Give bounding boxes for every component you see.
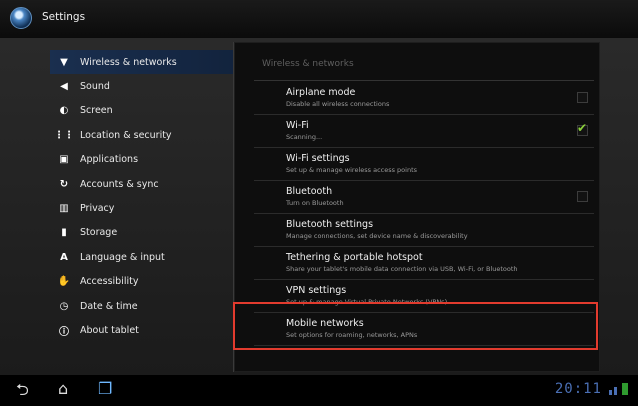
- divider: [254, 147, 594, 148]
- row-title: VPN settings: [286, 285, 347, 296]
- bluetooth-settings-row[interactable]: Bluetooth settings Manage connections, s…: [286, 215, 586, 247]
- divider: [254, 213, 594, 214]
- sidebar-item-label: Wireless & networks: [80, 56, 177, 68]
- row-subtitle: Set up & manage Virtual Private Networks…: [286, 298, 448, 306]
- sidebar-item-label: Storage: [80, 227, 118, 239]
- sidebar-item-privacy[interactable]: ▥ Privacy: [50, 196, 236, 220]
- sync-icon: ↻: [59, 178, 69, 190]
- wifi-checkbox[interactable]: ✔: [577, 121, 588, 136]
- sidebar-item-label: Language & input: [80, 251, 165, 263]
- checkmark-icon: ✔: [577, 121, 588, 135]
- divider: [254, 345, 594, 346]
- sidebar-item-about-tablet[interactable]: ⓘ About tablet: [50, 318, 236, 342]
- sidebar-item-location-security[interactable]: ⋮⋮ Location & security: [50, 123, 236, 147]
- settings-app-icon[interactable]: [10, 7, 32, 29]
- sidebar-item-wireless[interactable]: ▼ Wireless & networks: [50, 50, 236, 75]
- divider: [254, 312, 594, 313]
- row-subtitle: Disable all wireless connections: [286, 100, 390, 108]
- row-subtitle: Manage connections, set device name & di…: [286, 232, 468, 240]
- language-icon: A: [60, 251, 68, 263]
- sidebar-item-label: About tablet: [80, 324, 139, 336]
- clock-icon: ◷: [59, 300, 69, 312]
- row-subtitle: Scanning...: [286, 133, 323, 141]
- screen-icon: ◐: [59, 105, 69, 117]
- sidebar-item-label: Date & time: [80, 300, 138, 312]
- sound-icon: ◀: [60, 81, 68, 93]
- bluetooth-checkbox[interactable]: [577, 191, 588, 202]
- signal-icon: [609, 390, 612, 395]
- sidebar-item-sound[interactable]: ◀ Sound: [50, 74, 236, 98]
- info-icon: ⓘ: [59, 326, 69, 338]
- row-title: Bluetooth: [286, 186, 333, 197]
- sidebar-item-label: Location & security: [80, 129, 172, 141]
- battery-icon: [622, 383, 628, 395]
- app-title: Settings: [42, 11, 86, 23]
- row-subtitle: Turn on Bluetooth: [286, 199, 344, 207]
- row-title: Bluetooth settings: [286, 219, 374, 230]
- row-subtitle: Set options for roaming, networks, APNs: [286, 331, 418, 339]
- row-title: Wi-Fi settings: [286, 153, 350, 164]
- sidebar-item-label: Sound: [80, 81, 110, 93]
- vpn-settings-row[interactable]: VPN settings Set up & manage Virtual Pri…: [286, 281, 586, 313]
- row-title: Airplane mode: [286, 87, 356, 98]
- clock: 20:11: [554, 381, 602, 397]
- row-subtitle: Share your tablet's mobile data connecti…: [286, 265, 518, 273]
- mobile-networks-row[interactable]: Mobile networks Set options for roaming,…: [286, 314, 586, 346]
- system-navigation-bar: ⮌ ⌂ ❐ 20:11: [0, 375, 638, 402]
- sidebar-item-accounts-sync[interactable]: ↻ Accounts & sync: [50, 172, 236, 196]
- sidebar-item-screen[interactable]: ◐ Screen: [50, 99, 236, 123]
- sidebar-item-label: Accessibility: [80, 276, 139, 288]
- sidebar-item-label: Accounts & sync: [80, 178, 159, 190]
- wireless-settings-panel: Wireless & networks Airplane mode Disabl…: [233, 42, 600, 372]
- sidebar-item-storage[interactable]: ▮ Storage: [50, 221, 236, 245]
- accessibility-icon: ✋: [57, 276, 71, 288]
- divider: [254, 279, 594, 280]
- airplane-mode-checkbox[interactable]: [577, 92, 588, 103]
- wireless-icon: ▼: [60, 56, 68, 68]
- home-icon[interactable]: ⌂: [58, 379, 68, 398]
- divider: [254, 80, 594, 81]
- panel-header: Wireless & networks: [262, 59, 354, 69]
- sidebar-item-accessibility[interactable]: ✋ Accessibility: [50, 270, 236, 294]
- status-icons: [609, 383, 628, 395]
- signal-icon: [614, 387, 617, 395]
- sidebar-item-label: Privacy: [80, 203, 115, 215]
- sidebar-item-language-input[interactable]: A Language & input: [50, 245, 236, 269]
- row-title: Mobile networks: [286, 318, 364, 329]
- sidebar-item-date-time[interactable]: ◷ Date & time: [50, 294, 236, 318]
- row-subtitle: Set up & manage wireless access points: [286, 166, 418, 174]
- bluetooth-row[interactable]: Bluetooth Turn on Bluetooth: [286, 182, 588, 214]
- airplane-mode-row[interactable]: Airplane mode Disable all wireless conne…: [286, 83, 588, 115]
- location-security-icon: ⋮⋮: [54, 129, 74, 141]
- wifi-settings-row[interactable]: Wi-Fi settings Set up & manage wireless …: [286, 149, 586, 181]
- sidebar-item-applications[interactable]: ▣ Applications: [50, 148, 236, 172]
- divider: [254, 114, 594, 115]
- divider: [254, 180, 594, 181]
- privacy-icon: ▥: [59, 203, 69, 215]
- sidebar-item-label: Applications: [80, 154, 139, 166]
- sidebar-item-label: Screen: [80, 105, 113, 117]
- row-title: Wi-Fi: [286, 120, 309, 131]
- divider: [254, 246, 594, 247]
- row-title: Tethering & portable hotspot: [286, 252, 423, 263]
- recent-apps-icon[interactable]: ❐: [98, 379, 112, 398]
- settings-sidebar: ▼ Wireless & networks ◀ Sound ◐ Screen ⋮…: [50, 50, 236, 343]
- applications-icon: ▣: [59, 154, 69, 166]
- storage-icon: ▮: [61, 227, 67, 239]
- tethering-hotspot-row[interactable]: Tethering & portable hotspot Share your …: [286, 248, 586, 280]
- title-bar: Settings: [0, 0, 638, 38]
- wifi-row[interactable]: Wi-Fi Scanning... ✔: [286, 116, 588, 148]
